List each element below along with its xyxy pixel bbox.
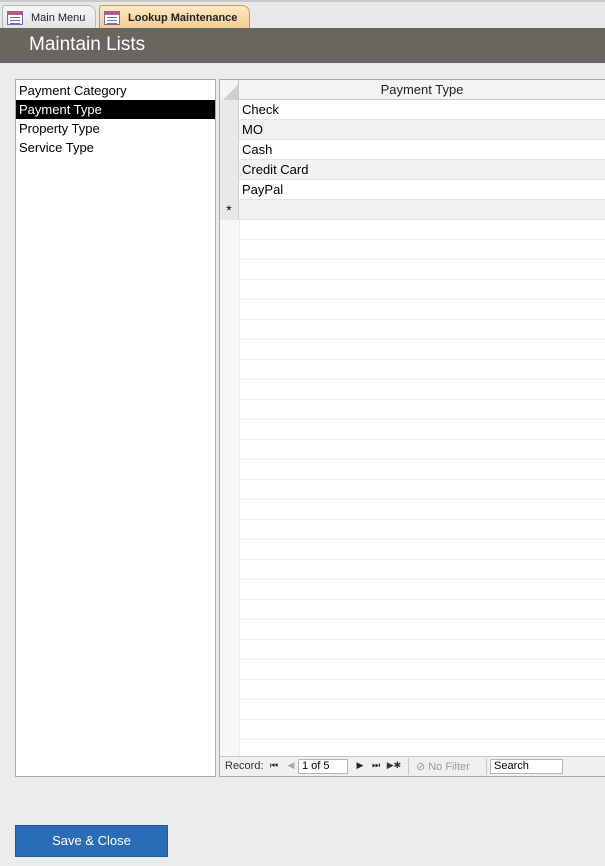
column-header-payment-type[interactable]: Payment Type	[239, 80, 605, 100]
payment-type-cell[interactable]: Credit Card	[242, 160, 308, 180]
last-record-icon[interactable]: ⏭	[370, 760, 382, 771]
table-row[interactable]: Check	[220, 100, 605, 120]
table-row[interactable]: Cash	[220, 140, 605, 160]
datasheet: Payment Type Check MO Cash Credit Card P…	[219, 79, 605, 777]
form-icon	[104, 11, 120, 25]
filter-icon: ⊘	[416, 761, 426, 773]
record-selector[interactable]	[220, 140, 239, 160]
record-selector[interactable]	[220, 100, 239, 120]
list-item-property-type[interactable]: Property Type	[16, 119, 215, 138]
first-record-icon[interactable]: ⏮	[268, 760, 280, 771]
payment-type-cell[interactable]: Cash	[242, 140, 272, 160]
document-tab-bar: Main Menu Lookup Maintenance	[0, 0, 605, 30]
select-all-corner[interactable]	[220, 80, 239, 100]
empty-grid-area	[220, 220, 605, 756]
record-selector[interactable]	[220, 180, 239, 200]
payment-type-cell[interactable]: PayPal	[242, 180, 283, 200]
page-title: Maintain Lists	[29, 34, 146, 55]
record-navigation-bar: Record: ⏮ ◀ 1 of 5 ▶ ⏭ ▶✱ ⊘ No Filter Sea…	[220, 756, 605, 776]
datasheet-rows: Check MO Cash Credit Card PayPal *	[220, 100, 605, 220]
payment-type-cell[interactable]: MO	[242, 120, 263, 140]
search-input[interactable]: Search	[490, 759, 563, 774]
tab-main-menu-label: Main Menu	[31, 12, 86, 24]
record-position-input[interactable]: 1 of 5	[298, 759, 348, 774]
tab-main-menu[interactable]: Main Menu	[2, 5, 96, 30]
new-record-asterisk-icon: *	[220, 200, 239, 220]
divider	[486, 758, 487, 775]
no-filter-label: No Filter	[428, 761, 470, 773]
divider	[408, 758, 409, 775]
tab-lookup-maintenance-label: Lookup Maintenance	[128, 12, 238, 24]
record-label: Record:	[225, 760, 264, 772]
no-filter-button[interactable]: ⊘ No Filter	[416, 760, 470, 773]
new-record-icon[interactable]: ▶✱	[386, 760, 402, 771]
record-selector[interactable]	[220, 160, 239, 180]
record-selector[interactable]	[220, 120, 239, 140]
save-close-button[interactable]: Save & Close	[15, 825, 168, 857]
form-header: Maintain Lists	[0, 28, 605, 63]
table-row[interactable]: PayPal	[220, 180, 605, 200]
previous-record-icon[interactable]: ◀	[285, 760, 297, 771]
new-record-row[interactable]: *	[220, 200, 605, 220]
list-item-payment-type[interactable]: Payment Type	[16, 100, 215, 119]
tab-lookup-maintenance[interactable]: Lookup Maintenance	[99, 5, 250, 30]
datasheet-header: Payment Type	[220, 80, 605, 100]
form-icon	[7, 11, 23, 25]
list-item-payment-category[interactable]: Payment Category	[16, 81, 215, 100]
list-item-service-type[interactable]: Service Type	[16, 138, 215, 157]
next-record-icon[interactable]: ▶	[354, 760, 366, 771]
payment-type-cell[interactable]: Check	[242, 100, 279, 120]
lists-listbox[interactable]: Payment Category Payment Type Property T…	[15, 79, 216, 777]
table-row[interactable]: MO	[220, 120, 605, 140]
table-row[interactable]: Credit Card	[220, 160, 605, 180]
